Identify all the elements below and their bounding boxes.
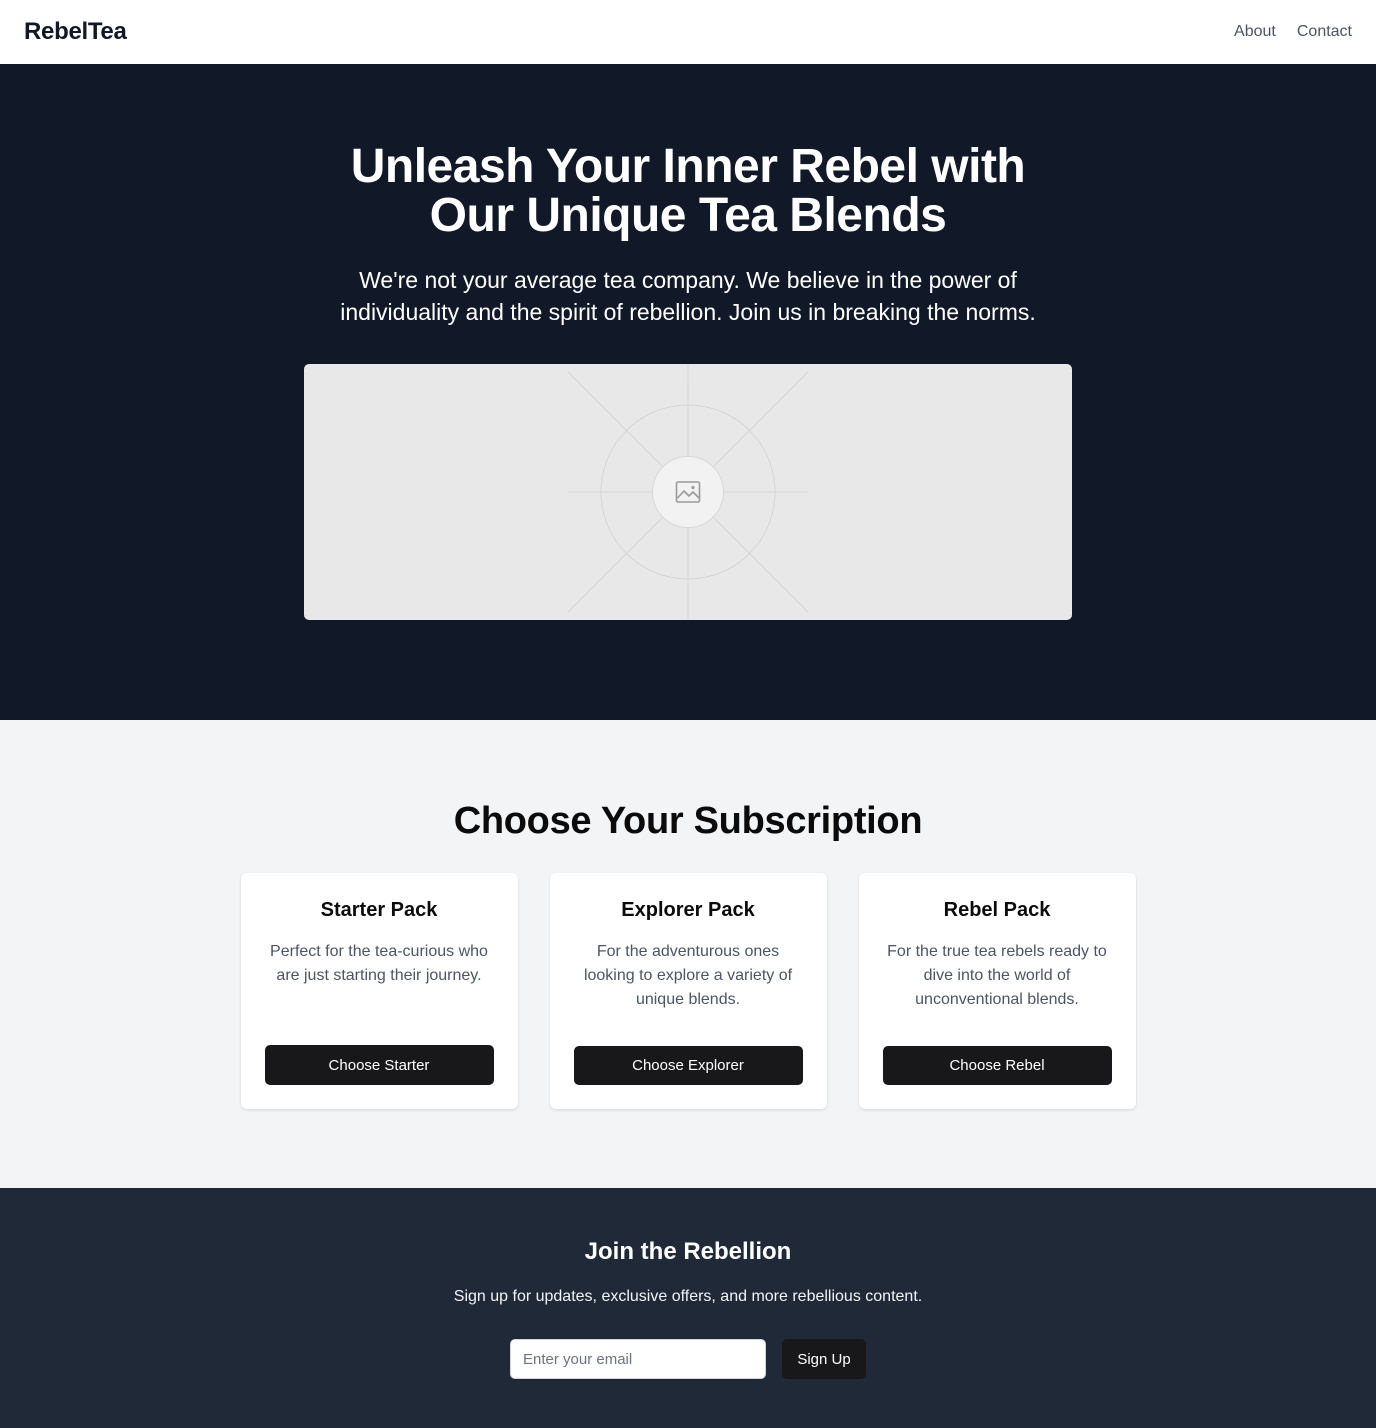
image-icon xyxy=(675,481,701,503)
plan-name: Starter Pack xyxy=(320,899,438,921)
hero-image-placeholder xyxy=(304,364,1072,620)
main-nav: About Contact xyxy=(1234,23,1352,41)
nav-link-about[interactable]: About xyxy=(1234,23,1276,41)
choose-explorer-button[interactable]: Choose Explorer xyxy=(573,1046,803,1085)
newsletter-section: Join the Rebellion Sign up for updates, … xyxy=(0,1188,1376,1428)
plan-description: For the true tea rebels ready to dive in… xyxy=(887,943,1107,1008)
image-placeholder-icon xyxy=(652,456,724,528)
plan-description: For the adventurous ones looking to expl… xyxy=(583,943,793,1008)
subscription-title: Choose Your Subscription xyxy=(453,800,923,842)
plan-description: Perfect for the tea-curious who are just… xyxy=(270,943,488,984)
email-input[interactable] xyxy=(510,1339,766,1379)
newsletter-text: Sign up for updates, exclusive offers, a… xyxy=(453,1288,923,1305)
subscription-section: Choose Your Subscription Starter Pack Pe… xyxy=(0,720,1376,1188)
hero-subtitle: We're not your average tea company. We b… xyxy=(340,267,1036,325)
sign-up-button[interactable]: Sign Up xyxy=(782,1339,866,1379)
site-header: RebelTea About Contact xyxy=(0,0,1376,64)
newsletter-title: Join the Rebellion xyxy=(584,1238,792,1265)
plan-name: Rebel Pack xyxy=(943,899,1051,921)
signup-form: Sign Up xyxy=(0,1339,1376,1379)
plan-card-rebel: Rebel Pack For the true tea rebels ready… xyxy=(858,873,1136,1109)
hero-section: Unleash Your Inner Rebel with Our Unique… xyxy=(0,64,1376,720)
plan-card-explorer: Explorer Pack For the adventurous ones l… xyxy=(549,873,827,1109)
plan-card-starter: Starter Pack Perfect for the tea-curious… xyxy=(240,873,518,1109)
hero-title: Unleash Your Inner Rebel with Our Unique… xyxy=(350,140,1026,242)
plan-name: Explorer Pack xyxy=(621,899,755,921)
choose-starter-button[interactable]: Choose Starter xyxy=(264,1045,494,1085)
brand-logo[interactable]: RebelTea xyxy=(24,18,127,46)
plan-cards: Starter Pack Perfect for the tea-curious… xyxy=(0,873,1376,1109)
nav-link-contact[interactable]: Contact xyxy=(1297,23,1352,41)
choose-rebel-button[interactable]: Choose Rebel xyxy=(882,1046,1112,1085)
